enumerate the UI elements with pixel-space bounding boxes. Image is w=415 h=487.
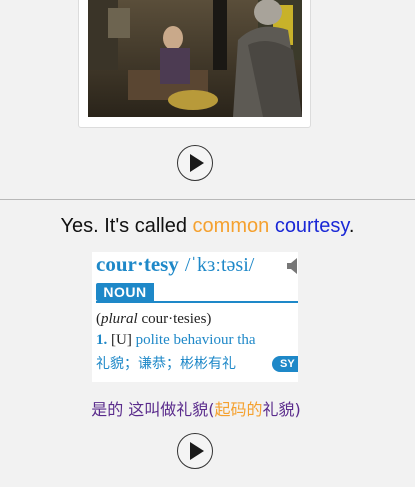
play-icon xyxy=(190,154,204,172)
dictionary-entry: cour·tesy/ˈkɜːtəsi/ NOUN (plural cour·te… xyxy=(92,252,298,382)
sense-number: 1. xyxy=(96,332,108,348)
word-common[interactable]: common xyxy=(193,215,270,237)
word-courtesy[interactable]: courtesy xyxy=(275,215,349,237)
video-thumbnail[interactable] xyxy=(88,0,302,117)
translation-part1: 是的 这叫做礼貌( xyxy=(91,400,215,419)
chinese-definition: 礼貌；谦恭；彬彬有礼 xyxy=(96,356,236,372)
headword-line: cour·tesy/ˈkɜːtəsi/ xyxy=(96,252,254,277)
headword: cour·tesy xyxy=(96,252,179,276)
pronunciation: /ˈkɜːtəsi/ xyxy=(184,254,255,276)
translation-part2: 礼貌) xyxy=(262,400,301,419)
part-of-speech: NOUN xyxy=(96,283,154,301)
chinese-translation: 是的 这叫做礼貌(起码的礼貌) xyxy=(0,396,392,420)
play-button-bottom[interactable] xyxy=(177,433,213,469)
play-button-top[interactable] xyxy=(177,145,213,181)
synonym-tag[interactable]: SY xyxy=(272,356,298,372)
play-icon xyxy=(190,442,204,460)
translation-highlight: 起码的 xyxy=(214,400,263,419)
speaker-icon[interactable] xyxy=(286,256,298,281)
definition-line: 1. [U] polite behaviour tha xyxy=(96,332,256,349)
sentence-text-before: Yes. It's called xyxy=(60,215,193,237)
plural-form: cour·tesies xyxy=(141,311,207,327)
plural-label: plural xyxy=(101,311,138,327)
section-divider xyxy=(0,199,415,200)
plural-form-line: (plural cour·tesies) xyxy=(96,311,212,327)
definition-text: polite behaviour tha xyxy=(135,332,256,348)
sentence-text-after: . xyxy=(348,215,355,237)
part-of-speech-band: NOUN xyxy=(96,283,298,303)
grammar-code: [U] xyxy=(111,332,132,348)
example-sentence: Yes. It's called common courtesy. xyxy=(0,215,415,238)
